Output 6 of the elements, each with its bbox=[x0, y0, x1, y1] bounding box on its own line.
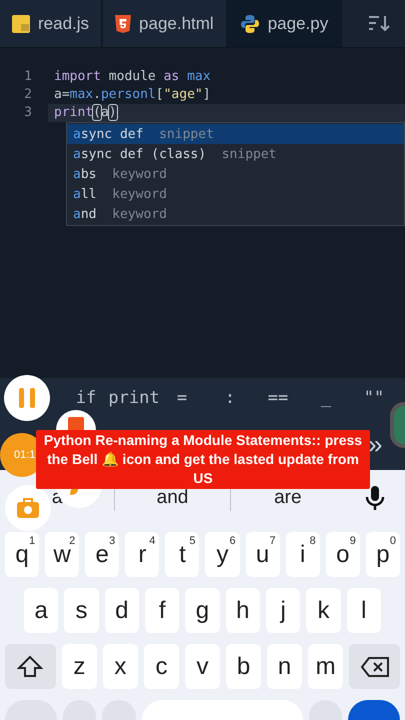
code-line: a=max.personl["age"] bbox=[53, 86, 211, 104]
caption-toast: Python Re-naming a Module Statements:: press the Bell 🔔 icon and get the lasted update from US bbox=[36, 430, 370, 489]
line-number: 2 bbox=[23, 86, 33, 104]
code-line: import module as max bbox=[53, 68, 211, 86]
line-number: 3 bbox=[23, 104, 33, 122]
line-number: 1 bbox=[23, 68, 33, 86]
